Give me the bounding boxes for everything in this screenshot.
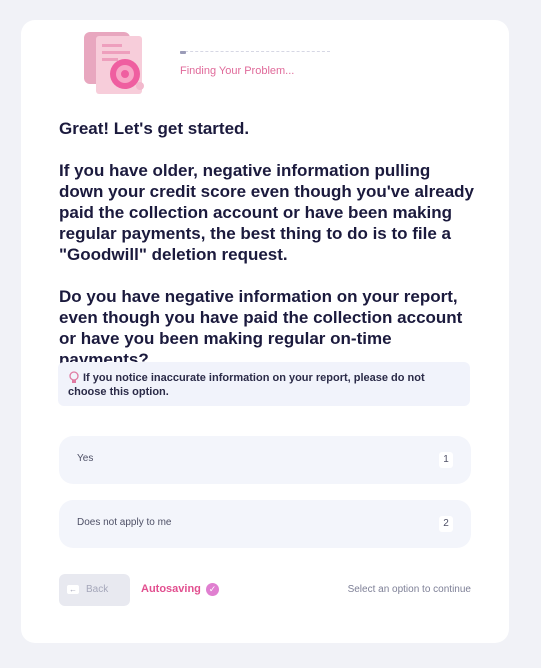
status-label: Finding Your Problem...	[180, 65, 295, 77]
progress-track	[180, 51, 330, 56]
question-text: Great! Let's get started. If you have ol…	[59, 118, 479, 391]
option-yes[interactable]: Yes 1	[59, 436, 471, 484]
document-illustration-icon	[84, 32, 144, 94]
back-button[interactable]: ← Back	[59, 574, 130, 606]
option-key-badge: 2	[439, 516, 453, 532]
arrow-left-icon: ←	[67, 585, 79, 594]
notice-box: If you notice inaccurate information on …	[58, 362, 470, 406]
autosave-label: Autosaving	[141, 583, 201, 595]
continue-hint: Select an option to continue	[347, 584, 471, 595]
option-key-badge: 1	[439, 452, 453, 468]
back-label: Back	[86, 584, 109, 595]
notice-text: If you notice inaccurate information on …	[68, 372, 425, 398]
lightbulb-icon	[69, 371, 79, 383]
question-explanation: If you have older, negative information …	[59, 161, 474, 264]
question-prompt: Do you have negative information on your…	[59, 287, 463, 369]
progress-fill	[180, 51, 186, 54]
autosave-check-icon: ✓	[206, 583, 219, 596]
question-card: Finding Your Problem... Great! Let's get…	[21, 20, 509, 643]
option-label: Does not apply to me	[77, 517, 172, 528]
option-does-not-apply[interactable]: Does not apply to me 2	[59, 500, 471, 548]
question-intro: Great! Let's get started.	[59, 119, 250, 138]
option-label: Yes	[77, 453, 94, 464]
